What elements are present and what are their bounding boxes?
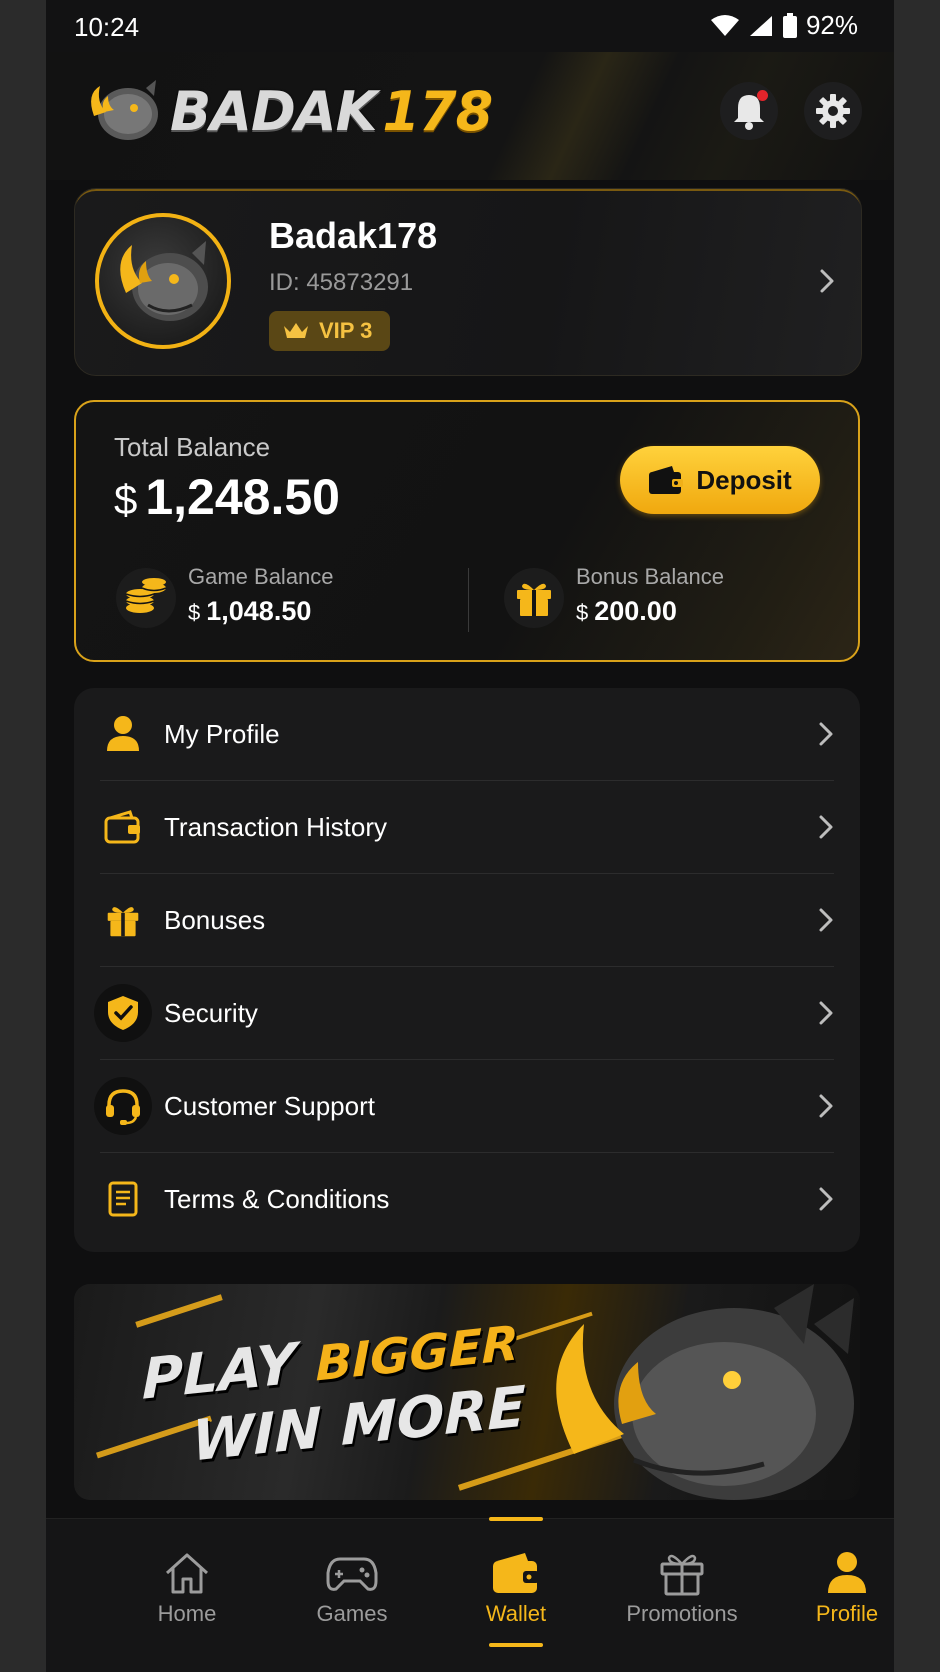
menu-item-label: Bonuses: [164, 905, 266, 935]
nav-label: Profile: [815, 1601, 879, 1626]
nav-wallet[interactable]: Wallet: [441, 1517, 591, 1672]
menu-item-security[interactable]: Security: [74, 967, 860, 1060]
currency-symbol: $: [576, 600, 589, 625]
bonus-balance-label: Bonus Balance: [576, 564, 724, 589]
shield-check-icon: [94, 984, 152, 1042]
profile-name: Badak178: [269, 215, 438, 256]
profile-menu: My Profile Transaction History Bonuses S…: [74, 688, 860, 1252]
document-icon: [94, 1170, 152, 1228]
signal-icon: [749, 15, 772, 36]
nav-label: Games: [316, 1601, 388, 1626]
nav-profile[interactable]: Profile: [772, 1519, 894, 1672]
nav-label: Wallet: [485, 1601, 547, 1626]
vip-label: VIP 3: [319, 318, 373, 343]
deposit-button[interactable]: Deposit: [620, 446, 820, 514]
notifications-button[interactable]: [720, 82, 778, 140]
notification-dot: [757, 90, 768, 101]
wallet-icon: [94, 798, 152, 856]
profile-id: ID: 45873291: [269, 269, 414, 296]
menu-item-terms-conditions[interactable]: Terms & Conditions: [74, 1153, 860, 1246]
chevron-right-icon: [819, 722, 833, 746]
bonus-balance-value: 200.00: [594, 596, 677, 626]
battery-percent: 92%: [805, 10, 858, 40]
banner-streak: [135, 1294, 223, 1328]
menu-item-label: Terms & Conditions: [164, 1184, 390, 1214]
menu-item-customer-support[interactable]: Customer Support: [74, 1060, 860, 1153]
user-icon: [819, 1545, 875, 1601]
menu-item-label: Transaction History: [164, 812, 387, 842]
right-frame: [894, 0, 940, 1672]
battery-icon: [782, 12, 797, 38]
menu-item-bonuses[interactable]: Bonuses: [74, 874, 860, 967]
total-balance-label: Total Balance: [114, 432, 271, 462]
chevron-right-icon: [820, 269, 834, 293]
menu-item-label: Customer Support: [164, 1091, 375, 1121]
logo-number: 178: [382, 79, 493, 143]
menu-item-transaction-history[interactable]: Transaction History: [74, 781, 860, 874]
currency-symbol: $: [188, 600, 201, 625]
chevron-right-icon: [819, 1187, 833, 1211]
nav-games[interactable]: Games: [277, 1519, 427, 1672]
status-bar: 10:24 92%: [46, 0, 894, 52]
settings-button[interactable]: [804, 82, 862, 140]
promo-banner[interactable]: PLAY BIGGER WIN MORE: [74, 1284, 860, 1500]
deposit-label: Deposit: [696, 464, 792, 495]
crown-icon: [284, 323, 308, 338]
home-icon: [159, 1545, 215, 1601]
rhino-illustration-icon: [556, 1284, 854, 1500]
wallet-icon: [649, 466, 684, 494]
nav-promotions[interactable]: Promotions: [607, 1519, 757, 1672]
left-frame: [0, 0, 46, 1672]
gift-icon: [654, 1545, 710, 1601]
menu-item-label: My Profile: [164, 719, 280, 749]
currency-symbol: $: [114, 476, 138, 523]
bottom-navigation: Home Games Wallet Promotions Profile: [46, 1517, 894, 1672]
status-time: 10:24: [74, 12, 140, 42]
user-icon: [94, 705, 152, 763]
gamepad-icon: [324, 1545, 380, 1601]
active-indicator-top: [489, 1517, 543, 1521]
chevron-right-icon: [819, 1094, 833, 1118]
nav-label: Home: [157, 1601, 217, 1626]
logo-text: BADAK: [170, 79, 377, 143]
rhino-logo-icon: [91, 80, 158, 140]
gift-icon: [94, 891, 152, 949]
chevron-right-icon: [819, 908, 833, 932]
rhino-avatar-icon: [120, 241, 208, 321]
brand-logo[interactable]: BADAK 178: [84, 76, 493, 146]
chevron-right-icon: [819, 1001, 833, 1025]
bonus-balance-amount: $200.00: [576, 596, 677, 627]
gift-icon: [504, 568, 564, 628]
vip-badge: VIP 3: [269, 311, 391, 351]
headset-icon: [94, 1077, 152, 1135]
chevron-right-icon: [819, 815, 833, 839]
game-balance-amount: $1,048.50: [188, 596, 311, 627]
total-balance-amount: $1,248.50: [114, 468, 340, 526]
wallet-icon: [488, 1545, 544, 1601]
menu-item-my-profile[interactable]: My Profile: [74, 688, 860, 781]
total-balance-value: 1,248.50: [145, 469, 340, 525]
avatar: [95, 213, 231, 349]
balance-card: Total Balance $1,248.50 Deposit Game Bal…: [74, 400, 860, 662]
game-balance-label: Game Balance: [188, 564, 334, 589]
game-balance-value: 1,048.50: [206, 596, 312, 626]
nav-home[interactable]: Home: [112, 1519, 262, 1672]
balance-divider: [468, 568, 469, 632]
coins-icon: [116, 568, 176, 628]
wifi-icon: [710, 14, 739, 36]
gear-icon: [816, 94, 850, 128]
active-indicator-bottom: [489, 1643, 543, 1647]
phone-screen: 10:24 92% BADAK 178 Badak178 ID: 4587329…: [46, 0, 894, 1672]
menu-item-label: Security: [164, 998, 258, 1028]
status-right: 92%: [710, 10, 858, 41]
nav-label: Promotions: [626, 1601, 738, 1626]
app-header: BADAK 178: [46, 52, 894, 180]
profile-card[interactable]: Badak178 ID: 45873291 VIP 3: [74, 188, 862, 376]
